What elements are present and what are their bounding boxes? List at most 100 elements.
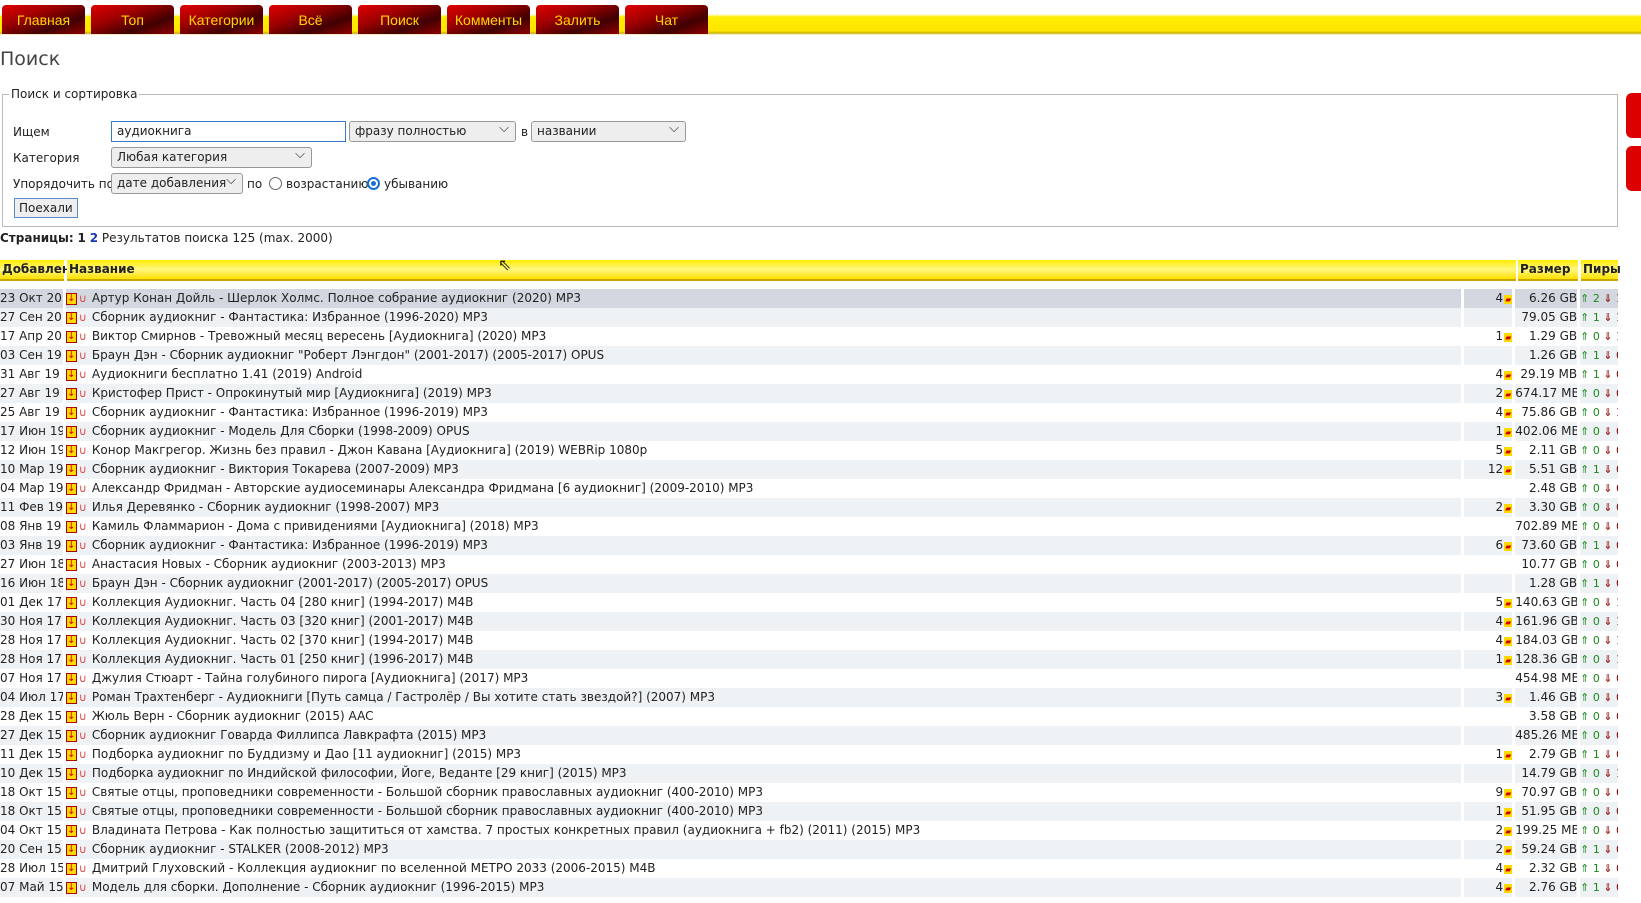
comment-count[interactable]: 3 <box>1496 690 1504 704</box>
download-icon[interactable]: ↓ <box>65 862 77 875</box>
magnet-icon[interactable]: ∪ <box>79 650 87 669</box>
torrent-link[interactable]: Сборник аудиокниг - Фантастика: Избранно… <box>92 536 488 555</box>
desc-radio[interactable] <box>367 177 380 190</box>
torrent-link[interactable]: Коллекция Аудиокниг. Часть 04 [280 книг]… <box>92 593 473 612</box>
download-icon[interactable]: ↓ <box>65 425 77 438</box>
download-icon[interactable]: ↓ <box>65 634 77 647</box>
download-icon[interactable]: ↓ <box>65 292 77 305</box>
magnet-icon[interactable]: ∪ <box>79 669 87 688</box>
where-select[interactable]: названии <box>531 121 686 142</box>
download-icon[interactable]: ↓ <box>65 710 77 723</box>
nav-top[interactable]: Топ <box>91 5 174 34</box>
magnet-icon[interactable]: ∪ <box>79 612 87 631</box>
download-icon[interactable]: ↓ <box>65 672 77 685</box>
magnet-icon[interactable]: ∪ <box>79 441 87 460</box>
comment-count[interactable]: 4 <box>1496 880 1504 894</box>
magnet-icon[interactable]: ∪ <box>79 745 87 764</box>
download-icon[interactable]: ↓ <box>65 539 77 552</box>
comment-count[interactable]: 1 <box>1496 329 1504 343</box>
torrent-link[interactable]: Коллекция Аудиокниг. Часть 03 [320 книг]… <box>92 612 473 631</box>
download-icon[interactable]: ↓ <box>65 615 77 628</box>
download-icon[interactable]: ↓ <box>65 748 77 761</box>
comment-count[interactable]: 4 <box>1496 367 1504 381</box>
magnet-icon[interactable]: ∪ <box>79 289 87 308</box>
torrent-link[interactable]: Анастасия Новых - Сборник аудиокниг (200… <box>92 555 446 574</box>
download-icon[interactable]: ↓ <box>65 558 77 571</box>
comment-count[interactable]: 4 <box>1496 861 1504 875</box>
magnet-icon[interactable]: ∪ <box>79 422 87 441</box>
magnet-icon[interactable]: ∪ <box>79 517 87 536</box>
download-icon[interactable]: ↓ <box>65 406 77 419</box>
magnet-icon[interactable]: ∪ <box>79 365 87 384</box>
torrent-link[interactable]: Святые отцы, проповедники современности … <box>92 783 763 802</box>
torrent-link[interactable]: Виктор Смирнов - Тревожный месяц вересен… <box>92 327 546 346</box>
comment-count[interactable]: 5 <box>1496 443 1504 457</box>
magnet-icon[interactable]: ∪ <box>79 859 87 878</box>
comment-count[interactable]: 6 <box>1496 538 1504 552</box>
download-icon[interactable]: ↓ <box>65 387 77 400</box>
magnet-icon[interactable]: ∪ <box>79 707 87 726</box>
torrent-link[interactable]: Модель для сборки. Дополнение - Сборник … <box>92 878 545 897</box>
download-icon[interactable]: ↓ <box>65 767 77 780</box>
torrent-link[interactable]: Сборник аудиокниг - Виктория Токарева (2… <box>92 460 459 479</box>
magnet-icon[interactable]: ∪ <box>79 821 87 840</box>
magnet-icon[interactable]: ∪ <box>79 726 87 745</box>
comment-count[interactable]: 12 <box>1488 462 1503 476</box>
magnet-icon[interactable]: ∪ <box>79 802 87 821</box>
download-icon[interactable]: ↓ <box>65 881 77 894</box>
magnet-icon[interactable]: ∪ <box>79 536 87 555</box>
download-icon[interactable]: ↓ <box>65 843 77 856</box>
col-name[interactable]: Название <box>67 260 1516 281</box>
nav-all[interactable]: Всё <box>269 5 352 34</box>
magnet-icon[interactable]: ∪ <box>79 688 87 707</box>
download-icon[interactable]: ↓ <box>65 824 77 837</box>
comment-count[interactable]: 2 <box>1496 500 1504 514</box>
magnet-icon[interactable]: ∪ <box>79 764 87 783</box>
magnet-icon[interactable]: ∪ <box>79 346 87 365</box>
torrent-link[interactable]: Подборка аудиокниг по Индийской философи… <box>92 764 627 783</box>
torrent-link[interactable]: Коллекция Аудиокниг. Часть 01 [250 книг]… <box>92 650 473 669</box>
col-peers[interactable]: Пиры <box>1581 260 1621 281</box>
comment-count[interactable]: 4 <box>1496 291 1504 305</box>
torrent-link[interactable]: Конор Макгрегор. Жизнь без правил - Джон… <box>92 441 647 460</box>
comment-count[interactable]: 4 <box>1496 405 1504 419</box>
torrent-link[interactable]: Сборник аудиокниг Говарда Филлипса Лавкр… <box>92 726 486 745</box>
torrent-link[interactable]: Камиль Фламмарион - Дома с привидениями … <box>92 517 539 536</box>
nav-search[interactable]: Поиск <box>358 5 441 34</box>
side-button-2[interactable] <box>1626 146 1641 191</box>
magnet-icon[interactable]: ∪ <box>79 384 87 403</box>
magnet-icon[interactable]: ∪ <box>79 574 87 593</box>
torrent-link[interactable]: Браун Дэн - Сборник аудиокниг "Роберт Лэ… <box>92 346 604 365</box>
sort-select[interactable]: дате добавления <box>111 173 243 194</box>
asc-radio[interactable] <box>269 177 282 190</box>
comment-count[interactable]: 1 <box>1496 652 1504 666</box>
torrent-link[interactable]: Сборник аудиокниг - Фантастика: Избранно… <box>92 403 488 422</box>
magnet-icon[interactable]: ∪ <box>79 308 87 327</box>
download-icon[interactable]: ↓ <box>65 691 77 704</box>
mode-select[interactable]: фразу полностью <box>349 121 516 142</box>
download-icon[interactable]: ↓ <box>65 444 77 457</box>
search-input[interactable]: аудиокнига <box>111 121 346 142</box>
torrent-link[interactable]: Кристофер Прист - Опрокинутый мир [Аудио… <box>92 384 492 403</box>
comment-count[interactable]: 2 <box>1496 842 1504 856</box>
magnet-icon[interactable]: ∪ <box>79 783 87 802</box>
comment-count[interactable]: 1 <box>1496 424 1504 438</box>
submit-button[interactable]: Поехали <box>14 198 78 218</box>
nav-home[interactable]: Главная <box>2 5 85 34</box>
category-select[interactable]: Любая категория <box>111 147 312 168</box>
torrent-link[interactable]: Подборка аудиокниг по Буддизму и Дао [11… <box>92 745 521 764</box>
download-icon[interactable]: ↓ <box>65 520 77 533</box>
torrent-link[interactable]: Артур Конан Дойль - Шерлок Холмс. Полное… <box>92 289 581 308</box>
download-icon[interactable]: ↓ <box>65 368 77 381</box>
torrent-link[interactable]: Александр Фридман - Авторские аудиосемин… <box>92 479 754 498</box>
download-icon[interactable]: ↓ <box>65 501 77 514</box>
torrent-link[interactable]: Дмитрий Глуховский - Коллекция аудиокниг… <box>92 859 656 878</box>
download-icon[interactable]: ↓ <box>65 786 77 799</box>
comment-count[interactable]: 2 <box>1496 823 1504 837</box>
page-link-2[interactable]: 2 <box>90 231 98 245</box>
magnet-icon[interactable]: ∪ <box>79 498 87 517</box>
download-icon[interactable]: ↓ <box>65 577 77 590</box>
download-icon[interactable]: ↓ <box>65 349 77 362</box>
comment-count[interactable]: 4 <box>1496 614 1504 628</box>
torrent-link[interactable]: Коллекция Аудиокниг. Часть 02 [370 книг]… <box>92 631 473 650</box>
